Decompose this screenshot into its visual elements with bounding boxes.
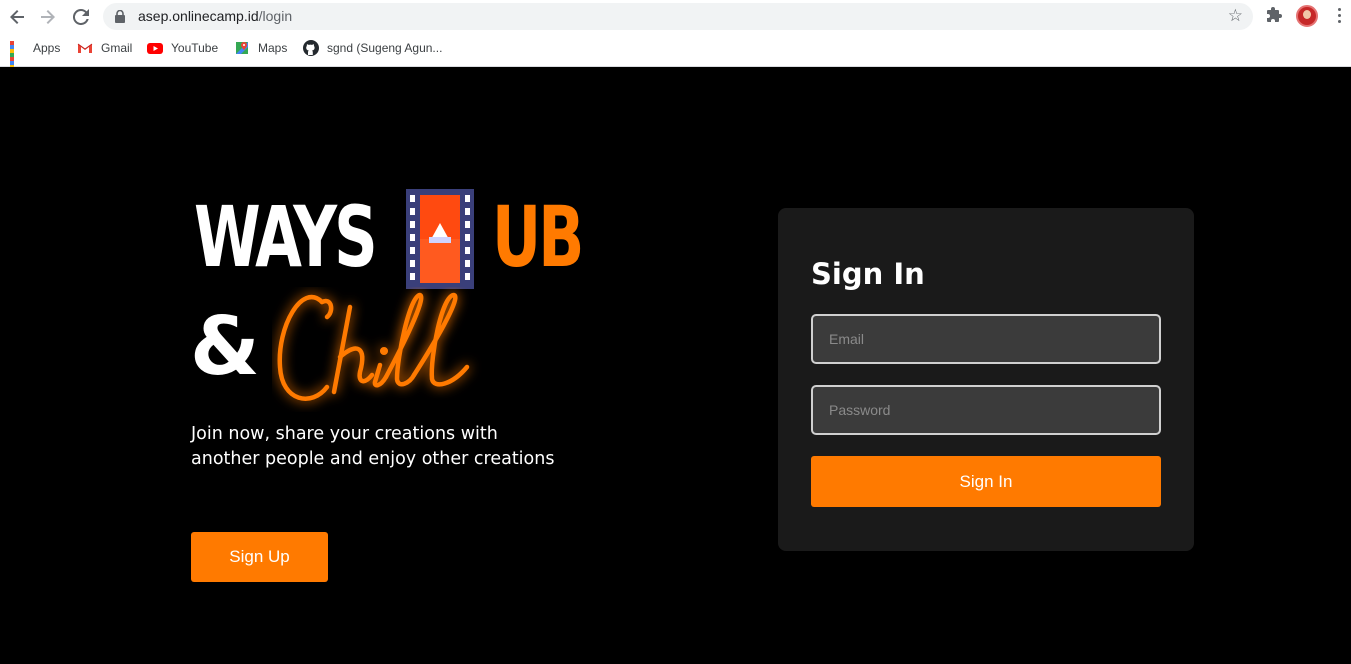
- bookmark-youtube[interactable]: YouTube: [147, 40, 218, 56]
- logo-chill-script: [277, 292, 470, 401]
- address-bar[interactable]: asep.onlinecamp.id/login ☆: [103, 3, 1253, 30]
- bookmark-gmail[interactable]: Gmail: [77, 40, 132, 56]
- sign-in-card: Sign In Sign In: [778, 208, 1194, 551]
- url-text: asep.onlinecamp.id/login: [138, 8, 292, 24]
- forward-icon[interactable]: [35, 4, 61, 30]
- bookmark-github[interactable]: sgnd (Sugeng Agun...: [303, 40, 442, 56]
- reload-icon[interactable]: [68, 4, 94, 30]
- sign-up-button[interactable]: Sign Up: [191, 532, 328, 582]
- bookmark-label: sgnd (Sugeng Agun...: [327, 41, 443, 55]
- gmail-icon: [77, 43, 93, 53]
- profile-avatar[interactable]: [1296, 5, 1318, 27]
- film-strip-play-icon: [406, 189, 474, 289]
- logo-word-ub: UB: [492, 188, 584, 286]
- github-icon: [303, 40, 319, 56]
- apps-grid-icon: [9, 40, 25, 77]
- back-icon[interactable]: [4, 4, 30, 30]
- url-host: asep.onlinecamp.id: [138, 8, 259, 24]
- bookmark-star-icon[interactable]: ☆: [1228, 6, 1243, 26]
- logo-word-ways: WAYS: [194, 188, 378, 286]
- bookmark-apps[interactable]: Apps: [9, 40, 61, 77]
- email-field[interactable]: [811, 314, 1161, 364]
- login-page: WAYS UB & Join now, share your creations…: [0, 67, 1351, 664]
- bookmark-label: Apps: [33, 41, 61, 55]
- sign-in-button[interactable]: Sign In: [811, 456, 1161, 507]
- sign-in-title: Sign In: [811, 257, 925, 291]
- bookmark-label: YouTube: [171, 41, 219, 55]
- password-field[interactable]: [811, 385, 1161, 435]
- browser-menu-icon[interactable]: [1332, 6, 1346, 26]
- maps-icon: [236, 42, 248, 54]
- youtube-icon: [147, 43, 163, 54]
- bookmark-label: Maps: [258, 41, 288, 55]
- browser-toolbar: asep.onlinecamp.id/login ☆: [0, 0, 1351, 33]
- hero-tagline: Join now, share your creations with anot…: [191, 424, 555, 469]
- wayshub-logo: WAYS UB &: [190, 187, 590, 412]
- browser-chrome: asep.onlinecamp.id/login ☆ Apps Gmail Yo…: [0, 0, 1351, 77]
- bookmarks-bar: Apps Gmail YouTube Maps sgnd (Sugeng Agu…: [0, 36, 1351, 77]
- logo-ampersand: &: [190, 300, 260, 393]
- bookmark-label: Gmail: [101, 41, 133, 55]
- bookmark-maps[interactable]: Maps: [234, 40, 287, 56]
- extensions-puzzle-icon[interactable]: [1265, 6, 1283, 24]
- lock-icon: [115, 10, 125, 23]
- url-path: /login: [258, 8, 293, 24]
